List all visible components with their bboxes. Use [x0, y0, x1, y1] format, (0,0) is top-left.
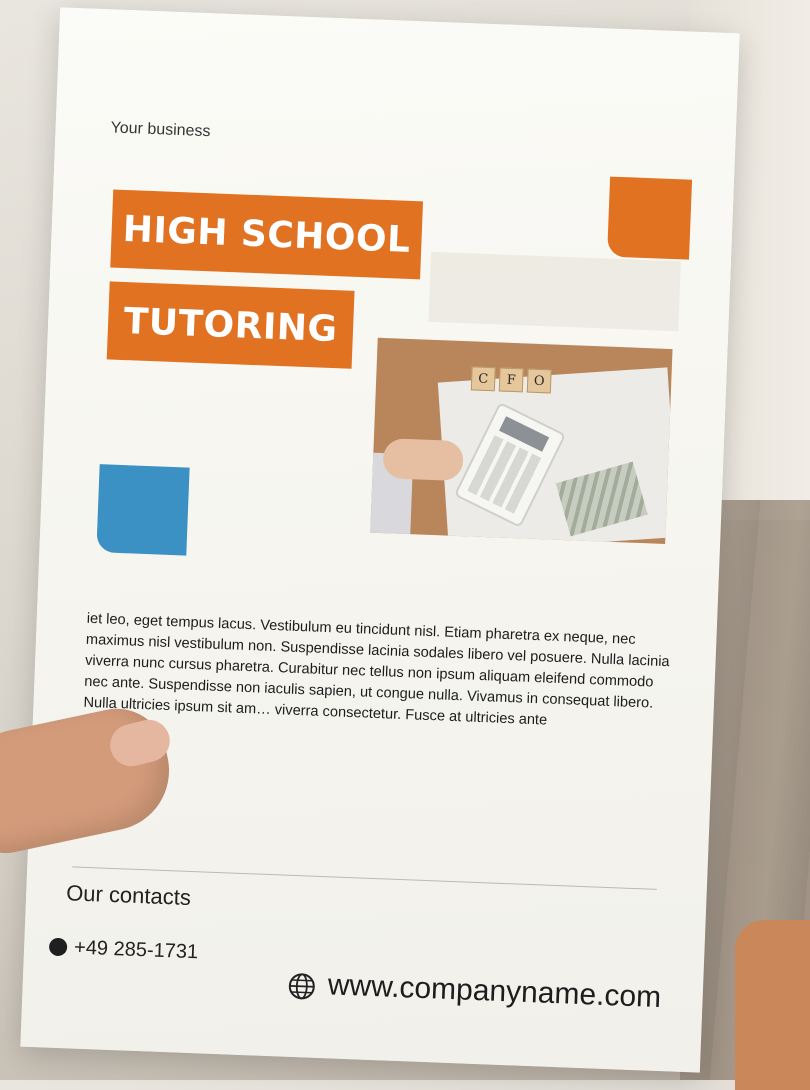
letter-cube: C	[470, 366, 496, 392]
blue-corner-block	[96, 464, 190, 556]
business-name: Your business	[110, 119, 211, 141]
title-line-2: TUTORING	[106, 281, 355, 369]
calculator-photo: C F O	[370, 337, 673, 544]
globe-icon	[288, 973, 315, 1000]
background-leg	[735, 920, 810, 1090]
flyer-paper: Your business HIGH SCHOOL TUTORING C F O…	[20, 7, 740, 1073]
orange-corner-block	[607, 176, 693, 260]
bleed-through-shadow	[428, 251, 681, 332]
letter-cubes: C F O	[470, 366, 552, 394]
body-paragraph: iet leo, eget tempus lacus. Vestibulum e…	[83, 610, 670, 729]
hand	[382, 438, 464, 482]
title-line-1: HIGH SCHOOL	[110, 189, 424, 280]
contacts-heading: Our contacts	[65, 880, 192, 910]
website-url: www.companyname.com	[327, 968, 662, 1015]
letter-cube: O	[526, 368, 552, 394]
photo-scene: Your business HIGH SCHOOL TUTORING C F O…	[0, 0, 810, 1090]
phone-number: +49 285-1731	[73, 936, 199, 964]
phone-icon	[48, 937, 68, 957]
letter-cube: F	[498, 367, 524, 393]
